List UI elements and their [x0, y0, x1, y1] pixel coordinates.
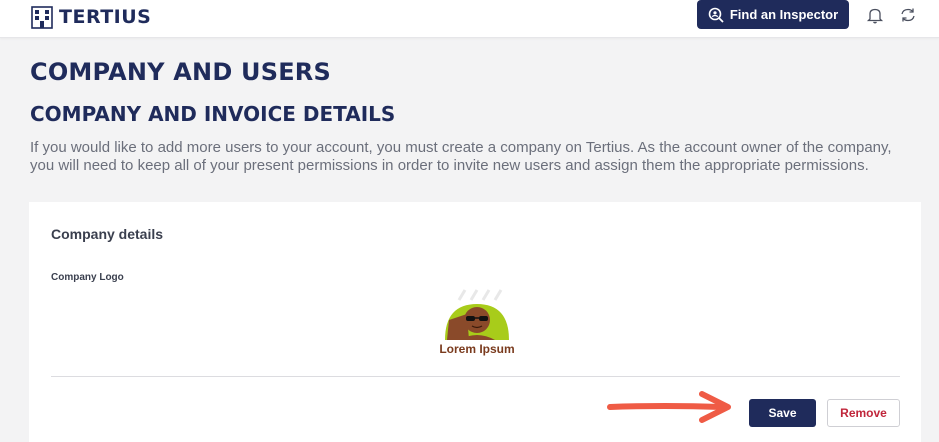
section-title: COMPANY AND INVOICE DETAILS [30, 102, 396, 126]
page-title: COMPANY AND USERS [30, 58, 331, 86]
save-button[interactable]: Save [749, 399, 816, 427]
inspector-search-icon [708, 7, 724, 23]
company-logo-image[interactable]: Lorem Ipsum [429, 288, 525, 360]
company-details-card: Company details Company Logo Lorem Ipsum… [29, 202, 921, 442]
find-inspector-label: Find an Inspector [729, 7, 839, 22]
logo-mascot-icon [445, 289, 509, 340]
annotation-arrow-icon [607, 391, 731, 423]
logo-text: Lorem Ipsum [439, 342, 515, 356]
sync-icon[interactable] [899, 6, 917, 24]
brand-logo[interactable]: TERTIUS [31, 3, 151, 31]
remove-button[interactable]: Remove [827, 399, 900, 427]
card-title: Company details [51, 226, 164, 242]
card-divider [51, 376, 900, 377]
page-description: If you would like to add more users to y… [30, 139, 892, 174]
find-inspector-button[interactable]: Find an Inspector [697, 0, 849, 29]
bell-icon[interactable] [866, 6, 884, 24]
building-logo-icon [31, 6, 53, 29]
company-logo-label: Company Logo [51, 272, 124, 283]
brand-name: TERTIUS [59, 6, 152, 28]
top-navigation-bar: TERTIUS Find an Inspector [0, 0, 939, 38]
